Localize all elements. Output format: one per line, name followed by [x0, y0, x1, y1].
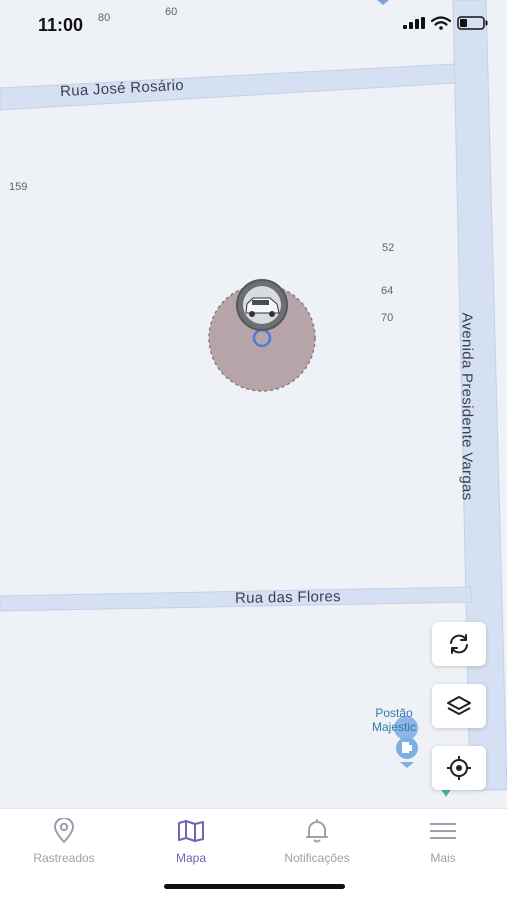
wifi-icon	[431, 16, 451, 30]
tab-label: Mapa	[175, 851, 207, 865]
house-number: 64	[381, 285, 394, 297]
car-icon	[236, 279, 288, 331]
map-view[interactable]: Rua José Rosário Avenida Presidente Varg…	[0, 0, 507, 808]
signal-icon	[403, 17, 425, 29]
status-time: 11:00	[38, 15, 84, 35]
home-indicator[interactable]	[164, 884, 345, 889]
house-number: 52	[382, 242, 395, 254]
bell-icon	[306, 819, 328, 843]
tab-rastreados[interactable]: Rastreados	[4, 817, 124, 865]
poi-name-line2: Majestic	[372, 720, 417, 734]
house-number: 159	[9, 181, 28, 193]
tab-label: Notificações	[284, 851, 350, 865]
status-icons	[403, 16, 489, 30]
layers-button[interactable]	[432, 684, 486, 728]
tab-label: Mais	[430, 851, 456, 865]
tab-mapa[interactable]: Mapa	[131, 817, 251, 865]
tab-notificacoes[interactable]: Notificações	[257, 817, 377, 865]
layers-icon	[447, 696, 471, 715]
refresh-icon	[450, 634, 468, 654]
road-network	[0, 0, 507, 797]
tab-mais[interactable]: Mais	[383, 817, 503, 865]
target-icon	[447, 756, 471, 780]
house-number: 70	[381, 312, 394, 324]
tab-label: Rastreados	[33, 851, 95, 865]
map-icon	[178, 820, 204, 842]
battery-icon	[457, 16, 488, 30]
status-bar: 11:00	[0, 0, 507, 50]
refresh-button[interactable]	[432, 622, 486, 666]
pin-icon	[53, 818, 75, 844]
poi-label[interactable]: Postão Majestic	[372, 706, 416, 734]
road-label-rua-das-flores: Rua das Flores	[234, 588, 342, 607]
menu-icon	[430, 823, 456, 839]
poi-name-line1: Postão	[375, 706, 413, 720]
road-label-avenida-presidente-vargas: Avenida Presidente Vargas	[458, 312, 476, 501]
my-location-button[interactable]	[432, 746, 486, 790]
